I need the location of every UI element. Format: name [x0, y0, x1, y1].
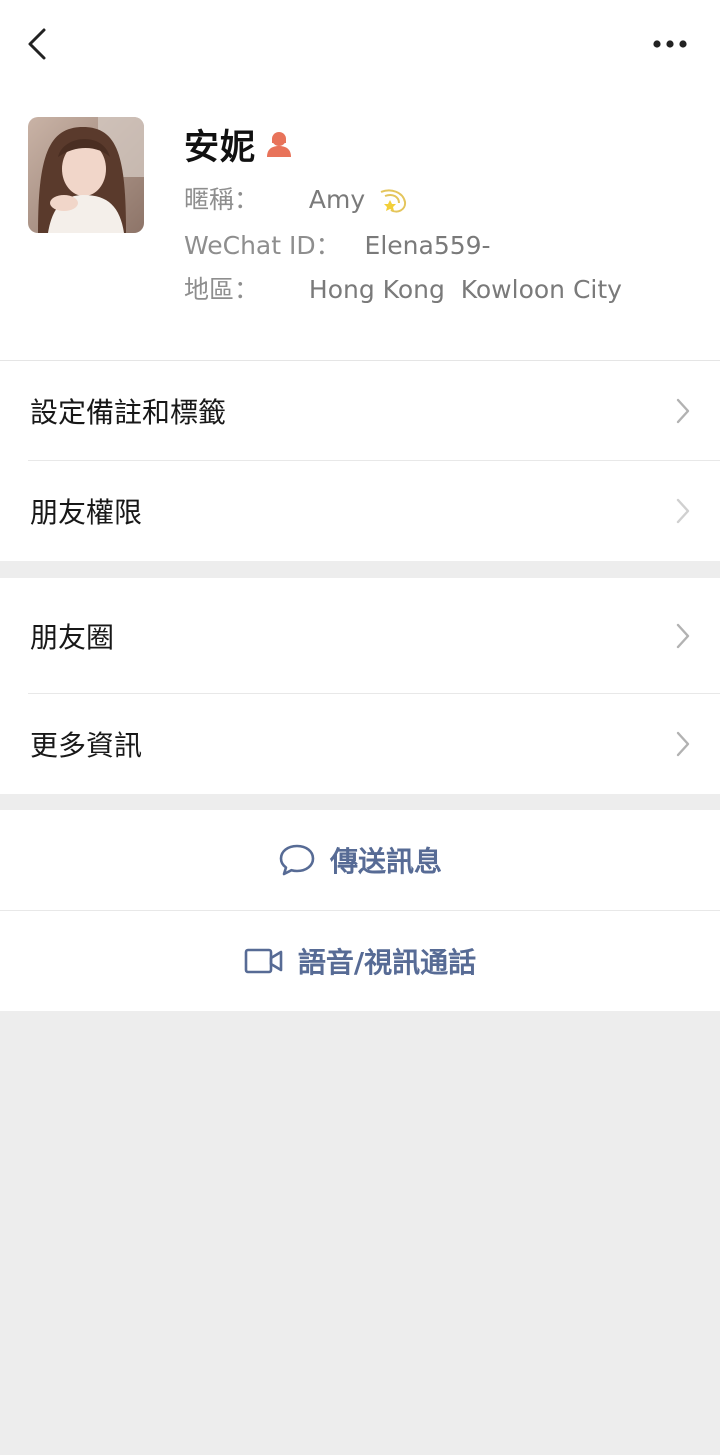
contact-profile-page: 安妮 暱稱： Amy WeChat ID： Elena559- 地區： Hong… — [0, 0, 720, 1455]
chat-bubble-icon — [279, 844, 315, 876]
more-info-label: 更多資訊 — [30, 729, 143, 762]
actions-group: 傳送訊息 語音/視訊通話 — [0, 810, 720, 1011]
avatar-photo — [28, 117, 144, 233]
friend-permissions-item[interactable]: 朋友權限 — [0, 461, 720, 561]
region-value: Hong Kong Kowloon City — [308, 275, 622, 304]
avatar[interactable] — [28, 117, 144, 233]
set-remarks-and-tags-item[interactable]: 設定備註和標籤 — [0, 361, 720, 461]
nickname-value: Amy — [308, 185, 366, 214]
back-button[interactable] — [20, 24, 60, 64]
friend-permissions-label: 朋友權限 — [30, 496, 143, 529]
chevron-right-icon — [676, 398, 690, 424]
wechat-id-value: Elena559- — [364, 231, 491, 260]
chevron-right-icon — [676, 731, 690, 757]
back-chevron-icon — [28, 28, 46, 60]
send-message-button[interactable]: 傳送訊息 — [0, 810, 720, 910]
moments-label: 朋友圈 — [30, 621, 115, 654]
more-dots-icon — [653, 40, 687, 48]
send-message-label: 傳送訊息 — [329, 845, 442, 878]
top-bar — [0, 0, 720, 90]
settings-group: 設定備註和標籤 朋友權限 — [0, 361, 720, 561]
female-icon — [267, 132, 292, 157]
region-label: 地區： — [184, 275, 260, 304]
wechat-id-row: WeChat ID： Elena559- — [184, 226, 491, 262]
contact-name: 安妮 — [184, 127, 257, 168]
voice-video-call-label: 語音/視訊通話 — [297, 946, 477, 979]
chevron-right-icon — [676, 498, 690, 524]
region-row: 地區： Hong Kong Kowloon City — [184, 270, 622, 306]
set-remarks-label: 設定備註和標籤 — [30, 396, 227, 429]
wechat-id-label: WeChat ID： — [184, 231, 341, 260]
chevron-right-icon — [676, 623, 690, 649]
more-button[interactable] — [648, 28, 692, 60]
video-camera-icon — [244, 948, 283, 974]
nickname-row: 暱稱： Amy — [184, 180, 411, 216]
moments-item[interactable]: 朋友圈 — [0, 578, 720, 694]
profile-header: 安妮 暱稱： Amy WeChat ID： Elena559- 地區： Hong… — [0, 90, 720, 360]
nickname-label: 暱稱： — [184, 185, 260, 214]
voice-video-call-button[interactable]: 語音/視訊通話 — [0, 911, 720, 1011]
moments-group: 朋友圈 更多資訊 — [0, 578, 720, 794]
more-info-item[interactable]: 更多資訊 — [0, 694, 720, 794]
dizzy-star-icon — [380, 189, 407, 213]
name-row: 安妮 — [184, 122, 294, 168]
